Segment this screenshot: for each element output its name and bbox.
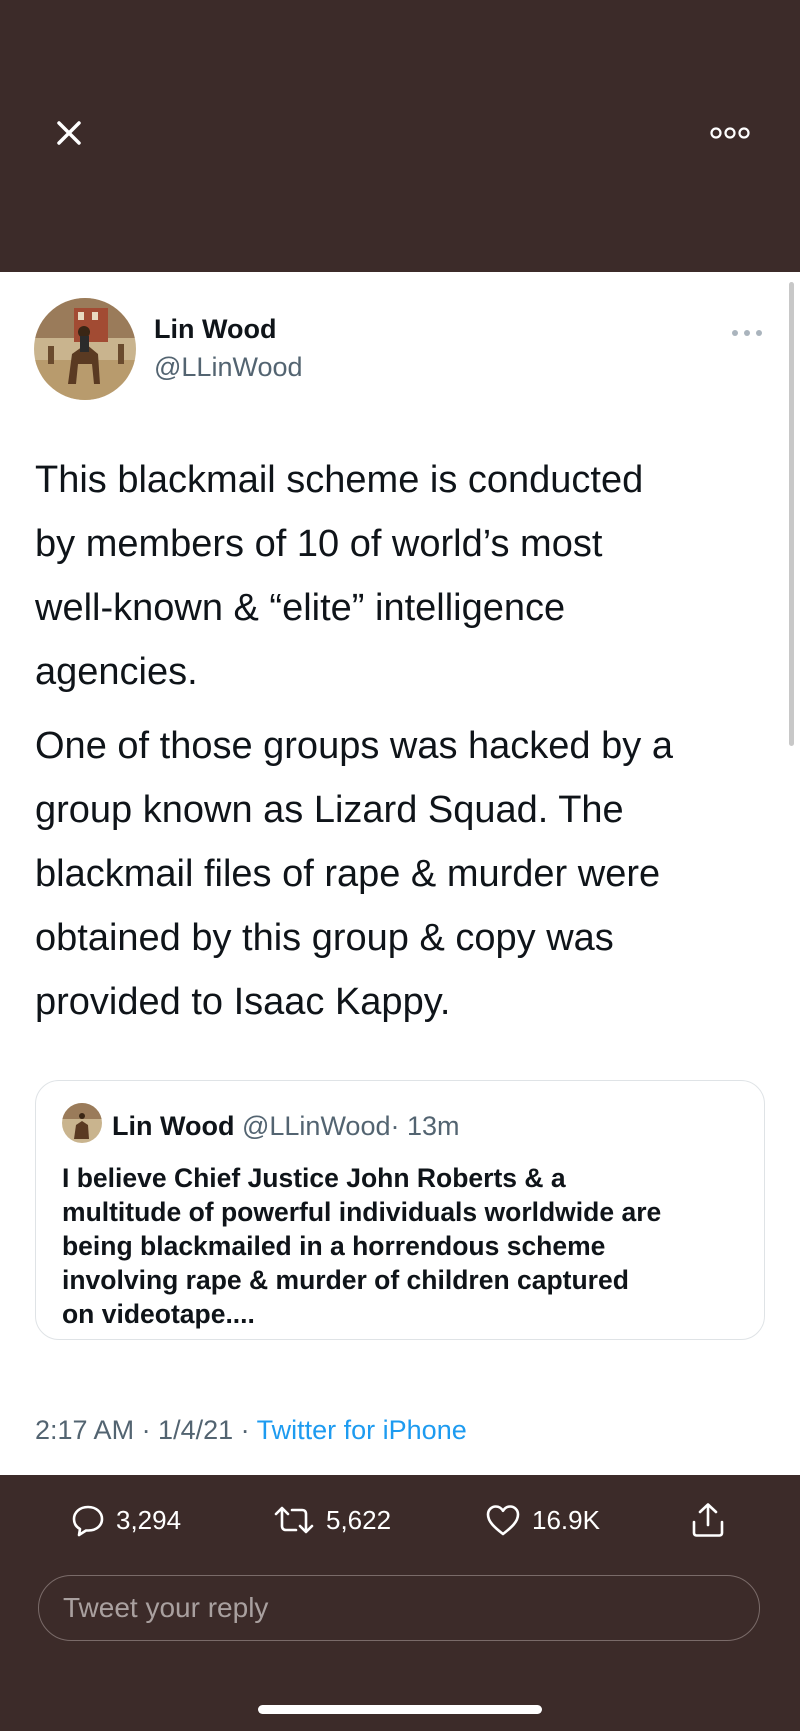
more-horizontal-icon: [710, 127, 750, 139]
share-icon: [692, 1503, 724, 1537]
tweet-card: Lin Wood @LLinWood This blackmail scheme…: [0, 272, 800, 1475]
avatar[interactable]: [34, 298, 136, 400]
action-bar: 3,294 5,622 16.9K: [0, 1475, 800, 1565]
scrollbar[interactable]: [789, 282, 794, 746]
reply-icon: [72, 1505, 104, 1537]
author-name[interactable]: Lin Wood: [154, 314, 276, 345]
tweet-more-button[interactable]: [730, 326, 764, 340]
author-handle[interactable]: @LLinWood: [154, 352, 303, 383]
tweet-paragraph: This blackmail scheme is conducted by me…: [35, 459, 644, 693]
quote-time: 13m: [407, 1111, 460, 1141]
quoted-tweet[interactable]: Lin Wood @LLinWood· 13m I believe Chief …: [35, 1080, 765, 1340]
retweet-count: 5,622: [326, 1504, 392, 1535]
heart-icon: [486, 1505, 520, 1536]
quote-separator: ·: [390, 1111, 400, 1141]
more-horizontal-icon: [732, 330, 762, 336]
home-indicator: [258, 1705, 542, 1714]
reply-count: 3,294: [116, 1504, 182, 1535]
quote-header: Lin Wood @LLinWood· 13m: [112, 1111, 460, 1142]
tweet-meta: 2:17 AM · 1/4/21 · Twitter for iPhone: [35, 1415, 467, 1446]
tweet-timestamp: 2:17 AM · 1/4/21 ·: [35, 1415, 250, 1445]
more-options-button[interactable]: [708, 118, 752, 148]
close-icon: [57, 121, 81, 145]
like-count: 16.9K: [532, 1504, 600, 1535]
share-button[interactable]: [688, 1475, 728, 1565]
retweet-button[interactable]: 5,622: [272, 1475, 391, 1565]
tweet-source-link[interactable]: Twitter for iPhone: [257, 1415, 467, 1445]
reply-input[interactable]: [38, 1575, 760, 1641]
top-bar: [0, 0, 800, 272]
reply-button[interactable]: 3,294: [70, 1475, 181, 1565]
tweet-paragraph: One of those groups was hacked by a grou…: [35, 725, 673, 1023]
quote-text: I believe Chief Justice John Roberts & a…: [62, 1163, 662, 1329]
like-button[interactable]: 16.9K: [484, 1475, 600, 1565]
quote-author-handle: @LLinWood: [241, 1111, 391, 1141]
tweet-text: This blackmail scheme is conducted by me…: [35, 448, 775, 1034]
quote-avatar: [62, 1103, 102, 1143]
close-button[interactable]: [48, 112, 90, 154]
retweet-icon: [274, 1506, 314, 1534]
quote-author-name: Lin Wood: [112, 1111, 235, 1141]
